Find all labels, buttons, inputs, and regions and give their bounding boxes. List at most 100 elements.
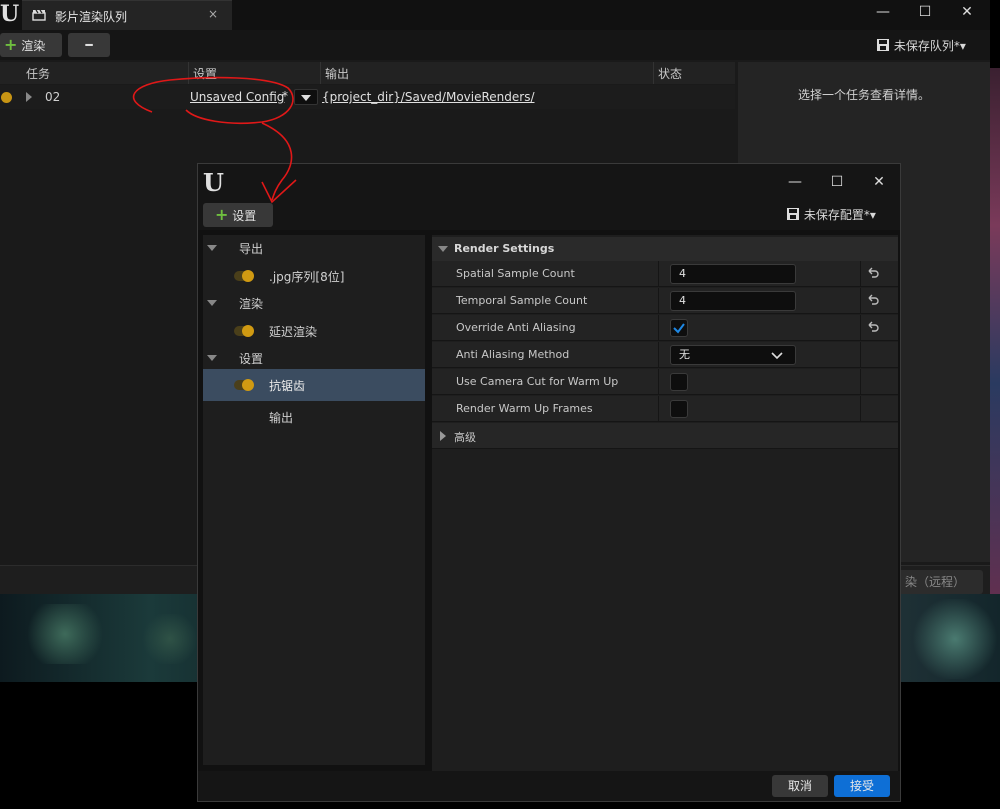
remove-job-button[interactable]: ━ xyxy=(68,33,110,57)
tab-close-icon[interactable]: × xyxy=(208,7,218,21)
plus-icon: + xyxy=(4,35,18,54)
property-temporal-sample-count: Temporal Sample Count 4 xyxy=(432,288,898,314)
render-warm-up-frames-checkbox[interactable] xyxy=(670,400,688,418)
job-config-link[interactable]: Unsaved Config xyxy=(190,90,284,104)
dialog-maximize-button[interactable]: ☐ xyxy=(822,172,852,194)
collapse-arrow-icon[interactable] xyxy=(207,245,217,251)
section-advanced[interactable]: 高级 xyxy=(432,423,898,449)
render-remote-button[interactable]: 染（远程） xyxy=(895,570,983,594)
job-output-link[interactable]: {project_dir}/Saved/MovieRenders/ xyxy=(322,90,535,104)
cancel-button[interactable]: 取消 xyxy=(772,775,828,797)
settings-details-panel: Render Settings Spatial Sample Count 4 T… xyxy=(432,235,898,771)
reset-to-default-icon[interactable] xyxy=(866,293,880,307)
tree-category-export[interactable]: 导出 xyxy=(203,235,425,263)
chevron-down-icon xyxy=(301,95,311,101)
queue-toolbar: + 渲染 ━ 未保存队列*▾ xyxy=(0,30,990,60)
tree-item-deferred-rendering[interactable]: 延迟渲染 xyxy=(203,317,425,345)
tree-item-label: 延迟渲染 xyxy=(269,325,318,339)
property-label: Anti Aliasing Method xyxy=(456,348,570,361)
checkmark-icon xyxy=(673,323,685,334)
queue-column-header: 任务 设置 输出 状态 xyxy=(0,62,735,84)
minus-icon: ━ xyxy=(85,38,93,52)
property-render-warm-up-frames: Render Warm Up Frames xyxy=(432,396,898,422)
main-title-bar: U 影片渲染队列 × — ☐ ✕ xyxy=(0,0,990,30)
property-label: Spatial Sample Count xyxy=(456,267,575,280)
save-queue-label: 未保存队列*▾ xyxy=(893,39,966,53)
property-label: Render Warm Up Frames xyxy=(456,402,593,415)
tree-item-output[interactable]: 输出 xyxy=(203,403,425,431)
accept-button[interactable]: 接受 xyxy=(834,775,890,797)
close-button[interactable]: ✕ xyxy=(952,2,982,24)
save-icon xyxy=(877,39,889,51)
unreal-logo-icon: U xyxy=(203,168,224,197)
enable-toggle-icon[interactable] xyxy=(234,379,254,391)
reset-to-default-icon[interactable] xyxy=(866,320,880,334)
details-hint: 选择一个任务查看详情。 xyxy=(797,88,930,102)
background-viewport-strip xyxy=(990,68,1000,594)
plus-icon: + xyxy=(215,205,229,224)
queue-job-row[interactable]: 02 Unsaved Config * {project_dir}/Saved/… xyxy=(0,85,735,109)
render-button-label: 渲染 xyxy=(21,39,46,53)
maximize-button[interactable]: ☐ xyxy=(910,2,940,24)
tree-category-label: 渲染 xyxy=(239,297,264,311)
property-label: Temporal Sample Count xyxy=(456,294,588,307)
save-config-label: 未保存配置*▾ xyxy=(803,208,876,222)
enable-toggle-icon[interactable] xyxy=(234,325,254,337)
tree-item-label: 抗锯齿 xyxy=(269,379,306,393)
section-title: Render Settings xyxy=(454,242,555,255)
tab-title: 影片渲染队列 xyxy=(55,10,128,24)
dialog-minimize-button[interactable]: — xyxy=(780,172,810,194)
override-anti-aliasing-checkbox[interactable] xyxy=(670,319,688,337)
save-config-button[interactable]: 未保存配置*▾ xyxy=(786,207,876,223)
unreal-logo-icon: U xyxy=(0,1,20,27)
anti-aliasing-method-dropdown[interactable]: 无 xyxy=(670,345,796,365)
tree-item-label: 输出 xyxy=(269,411,294,425)
collapse-arrow-icon[interactable] xyxy=(207,355,217,361)
use-camera-cut-checkbox[interactable] xyxy=(670,373,688,391)
render-button[interactable]: + 渲染 xyxy=(0,33,62,57)
chevron-down-icon xyxy=(771,352,783,360)
dialog-title-bar: U — ☐ ✕ xyxy=(198,164,900,200)
config-modified-marker: * xyxy=(282,89,288,103)
advanced-label: 高级 xyxy=(454,431,476,444)
enable-toggle-icon[interactable] xyxy=(234,270,254,282)
reset-to-default-icon[interactable] xyxy=(866,266,880,280)
property-label: Use Camera Cut for Warm Up xyxy=(456,375,619,388)
config-dropdown-button[interactable] xyxy=(294,89,318,105)
save-icon xyxy=(787,208,799,220)
column-status[interactable]: 状态 xyxy=(658,65,682,82)
settings-tree: 导出 .jpg序列[8位] 渲染 延迟渲染 设置 抗锯齿 输出 xyxy=(203,235,425,765)
add-setting-button[interactable]: + 设置 xyxy=(203,203,273,227)
dialog-toolbar: + 设置 未保存配置*▾ xyxy=(198,200,900,230)
dropdown-value: 无 xyxy=(679,348,690,361)
tree-item-anti-aliasing[interactable]: 抗锯齿 xyxy=(203,369,425,401)
settings-dialog: U — ☐ ✕ + 设置 未保存配置*▾ 导出 .jpg序列[8位] 渲染 延迟… xyxy=(197,163,901,802)
dialog-footer: 取消 接受 xyxy=(198,771,900,801)
tree-category-render[interactable]: 渲染 xyxy=(203,290,425,318)
collapse-arrow-icon[interactable] xyxy=(438,246,448,252)
clapperboard-icon xyxy=(32,9,46,21)
section-render-settings[interactable]: Render Settings xyxy=(432,237,898,261)
collapse-arrow-icon[interactable] xyxy=(207,300,217,306)
tree-category-label: 导出 xyxy=(239,242,264,256)
tree-item-label: .jpg序列[8位] xyxy=(269,270,345,284)
temporal-sample-count-input[interactable]: 4 xyxy=(670,291,796,311)
spatial-sample-count-input[interactable]: 4 xyxy=(670,264,796,284)
expand-arrow-icon[interactable] xyxy=(440,431,446,441)
property-override-anti-aliasing: Override Anti Aliasing xyxy=(432,315,898,341)
minimize-button[interactable]: — xyxy=(868,2,898,24)
job-enabled-dot-icon[interactable] xyxy=(1,92,12,103)
expand-arrow-icon[interactable] xyxy=(26,92,32,102)
add-setting-label: 设置 xyxy=(232,209,257,223)
column-settings[interactable]: 设置 xyxy=(193,65,217,82)
property-anti-aliasing-method: Anti Aliasing Method 无 xyxy=(432,342,898,368)
save-queue-button[interactable]: 未保存队列*▾ xyxy=(876,38,966,54)
column-job[interactable]: 任务 xyxy=(26,65,50,82)
tab-movie-render-queue[interactable]: 影片渲染队列 × xyxy=(22,0,232,30)
column-output[interactable]: 输出 xyxy=(325,65,349,82)
property-label: Override Anti Aliasing xyxy=(456,321,576,334)
job-name: 02 xyxy=(45,90,61,104)
dialog-close-button[interactable]: ✕ xyxy=(864,172,894,194)
property-use-camera-cut-warm-up: Use Camera Cut for Warm Up xyxy=(432,369,898,395)
tree-item-jpg-sequence[interactable]: .jpg序列[8位] xyxy=(203,262,425,290)
